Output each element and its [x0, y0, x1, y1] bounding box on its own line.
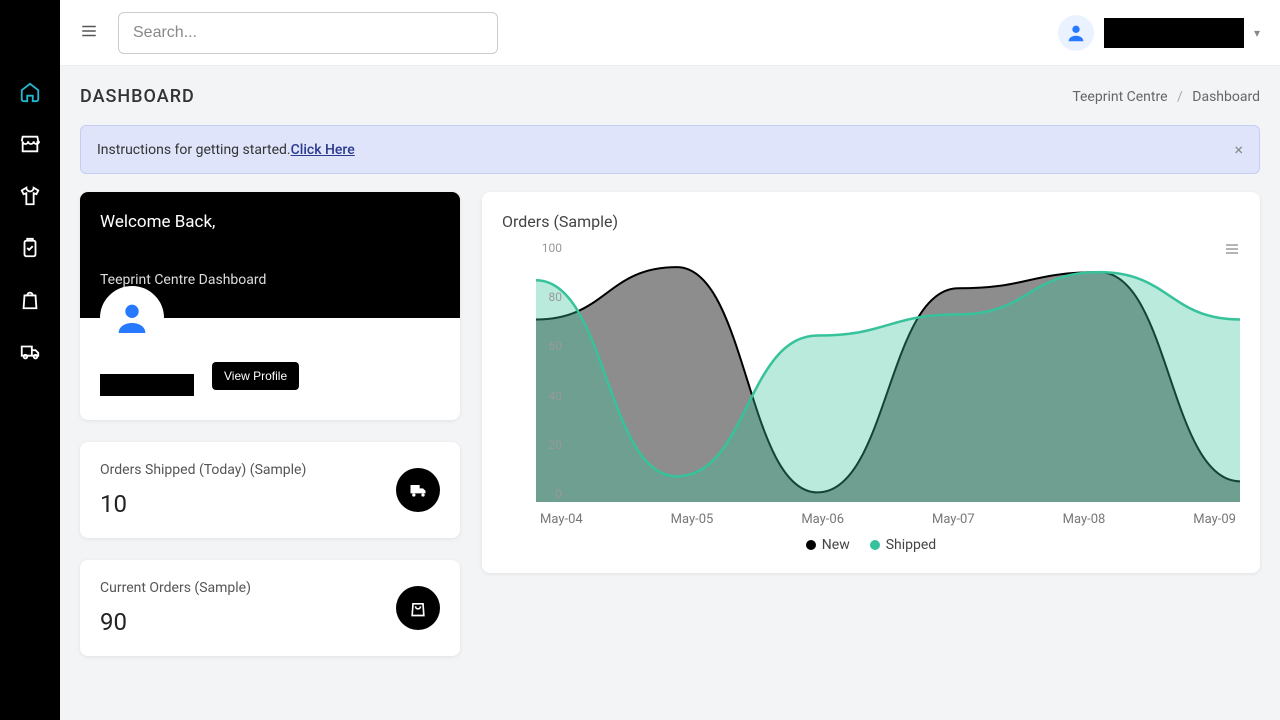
stat-shipped: Orders Shipped (Today) (Sample) 10	[80, 442, 460, 538]
user-icon	[112, 298, 152, 338]
view-profile-button[interactable]: View Profile	[212, 362, 299, 390]
sidebar-item-shirt[interactable]	[18, 184, 42, 208]
avatar[interactable]	[1058, 15, 1094, 51]
stat-shipped-label: Orders Shipped (Today) (Sample)	[100, 462, 396, 478]
stat-shipped-value: 10	[100, 490, 396, 518]
shopping-bag-icon	[408, 598, 428, 618]
stat-current-value: 90	[100, 608, 396, 636]
alert-text: Instructions for getting started.	[97, 142, 291, 158]
topbar: ▾	[60, 0, 1280, 66]
legend-new[interactable]: New	[806, 537, 850, 553]
sidebar-item-store[interactable]	[18, 132, 42, 156]
shopping-bag-icon	[19, 289, 41, 311]
breadcrumb-current: Dashboard	[1192, 89, 1260, 105]
user-icon	[1065, 22, 1087, 44]
hamburger-icon	[80, 22, 98, 40]
profile-name	[100, 374, 194, 396]
chevron-down-icon[interactable]: ▾	[1254, 26, 1260, 40]
home-icon	[19, 81, 41, 103]
page-title: DASHBOARD	[80, 86, 195, 107]
user-name	[1104, 18, 1244, 48]
search-input[interactable]	[118, 12, 498, 54]
truck-icon	[408, 480, 428, 500]
sidebar-item-bag[interactable]	[18, 288, 42, 312]
stat-current-label: Current Orders (Sample)	[100, 580, 396, 596]
chart-title: Orders (Sample)	[502, 212, 1240, 231]
truck-icon	[19, 341, 41, 363]
profile-avatar	[100, 286, 164, 350]
chart-x-axis: May-04 May-05 May-06 May-07 May-08 May-0…	[536, 512, 1240, 527]
chart-y-axis: 100 80 60 40 20 0	[532, 241, 562, 501]
legend-shipped[interactable]: Shipped	[870, 537, 936, 553]
menu-toggle-button[interactable]	[80, 22, 98, 44]
store-icon	[19, 133, 41, 155]
orders-chart	[536, 241, 1240, 502]
welcome-sub: Teeprint Centre Dashboard	[100, 272, 440, 288]
stat-current: Current Orders (Sample) 90	[80, 560, 460, 656]
truck-icon-badge	[396, 468, 440, 512]
shirt-icon	[19, 185, 41, 207]
welcome-heading: Welcome Back,	[100, 212, 440, 232]
sidebar-item-home[interactable]	[18, 80, 42, 104]
getting-started-alert: Instructions for getting started. Click …	[80, 125, 1260, 174]
sidebar	[0, 0, 60, 720]
alert-close-button[interactable]: ×	[1234, 140, 1243, 159]
chart-legend: New Shipped	[502, 537, 1240, 553]
sidebar-item-truck[interactable]	[18, 340, 42, 364]
clipboard-icon	[19, 237, 41, 259]
alert-link[interactable]: Click Here	[291, 142, 355, 158]
orders-chart-card: Orders (Sample) 100 80 60 40 20	[482, 192, 1260, 573]
breadcrumb: Teeprint Centre / Dashboard	[1072, 89, 1260, 105]
sidebar-item-clipboard[interactable]	[18, 236, 42, 260]
welcome-card: Welcome Back, Teeprint Centre Dashboard …	[80, 192, 460, 420]
breadcrumb-root[interactable]: Teeprint Centre	[1072, 89, 1167, 105]
bag-icon-badge	[396, 586, 440, 630]
